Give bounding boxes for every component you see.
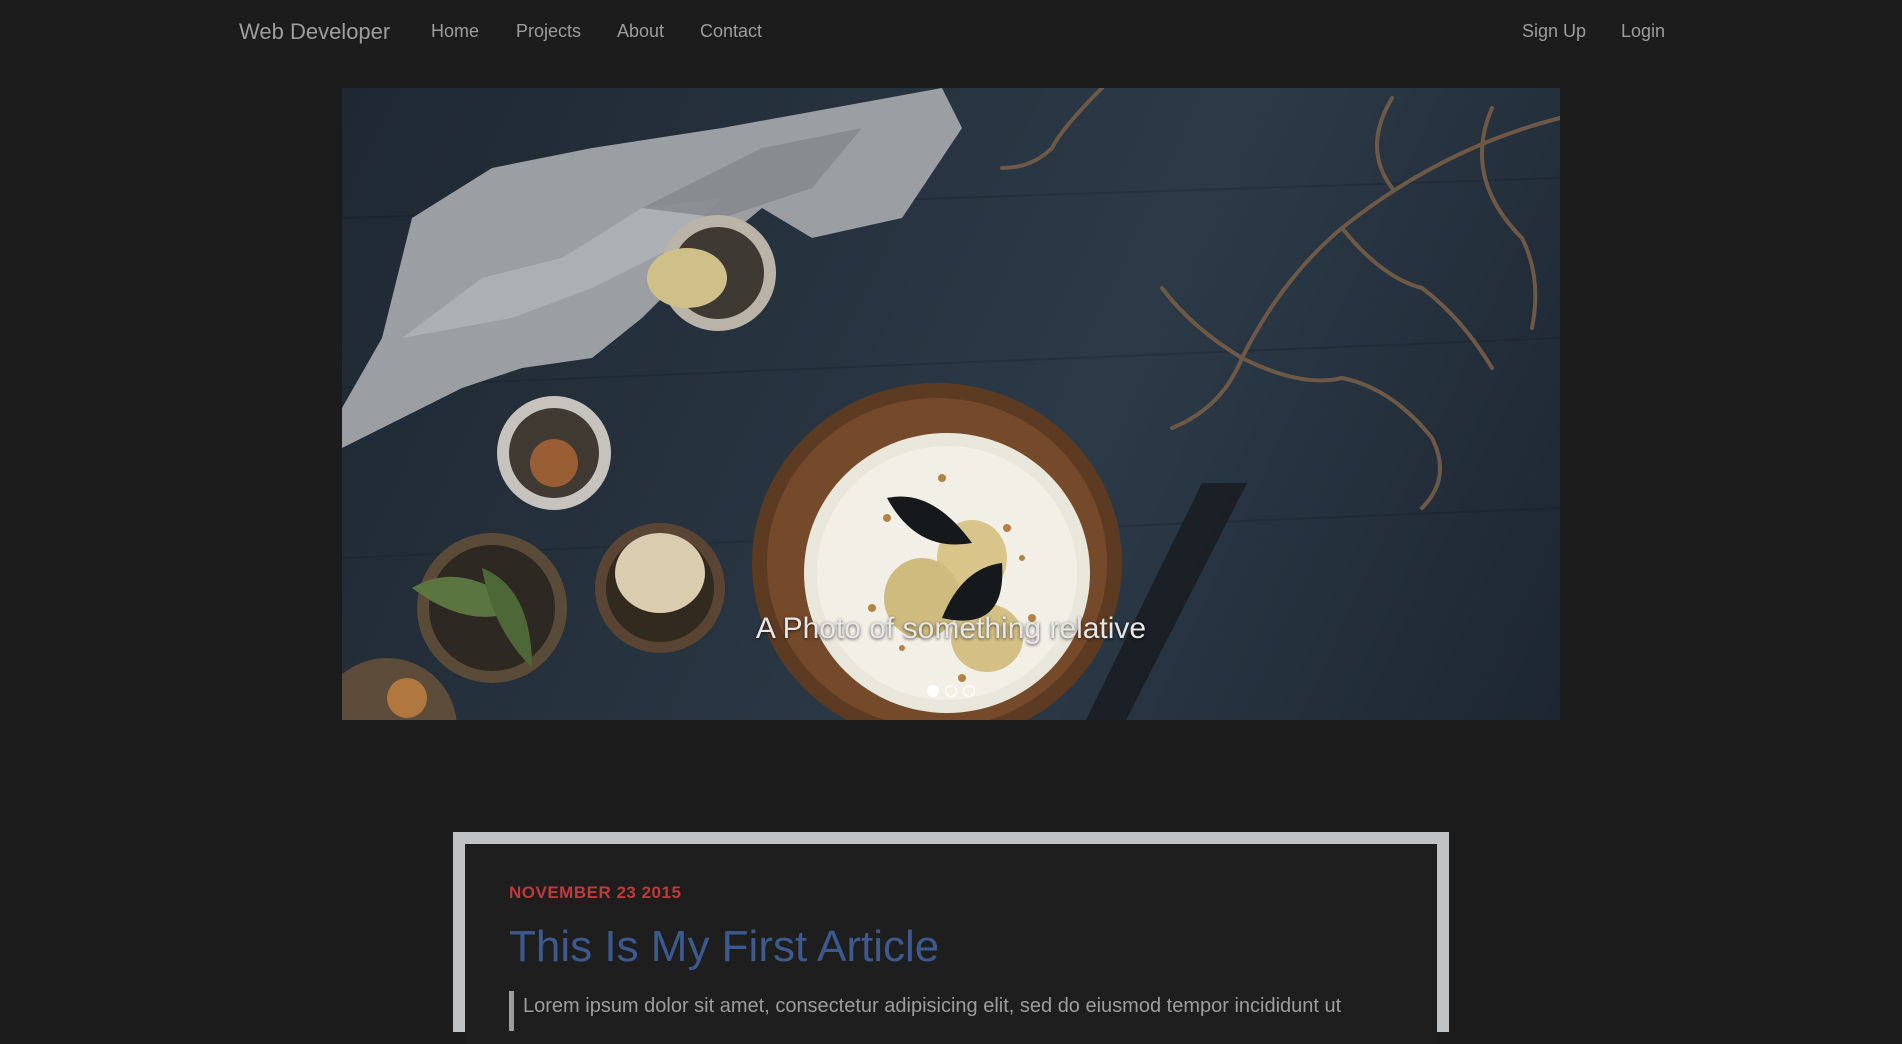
carousel-indicator-3[interactable] xyxy=(963,685,975,697)
article-excerpt: Lorem ipsum dolor sit amet, consectetur … xyxy=(509,991,1403,1031)
nav-projects-link[interactable]: Projects xyxy=(516,21,581,42)
nav-signup-link[interactable]: Sign Up xyxy=(1522,21,1586,42)
article-date: NOVEMBER 23 2015 xyxy=(509,883,682,902)
nav-login-link[interactable]: Login xyxy=(1621,21,1665,42)
carousel-indicators xyxy=(342,685,1560,697)
carousel-indicator-2[interactable] xyxy=(945,685,957,697)
article-card: NOVEMBER 23 2015 This Is My First Articl… xyxy=(453,832,1449,1044)
carousel-indicator-1[interactable] xyxy=(927,685,939,697)
article-body: NOVEMBER 23 2015 This Is My First Articl… xyxy=(465,844,1437,1044)
article-title[interactable]: This Is My First Article xyxy=(509,922,939,972)
nav-about-link[interactable]: About xyxy=(617,21,664,42)
image-carousel[interactable]: A Photo of something relative xyxy=(342,88,1560,720)
brand-link[interactable]: Web Developer xyxy=(239,19,390,45)
nav-home-link[interactable]: Home xyxy=(431,21,479,42)
nav-contact-link[interactable]: Contact xyxy=(700,21,762,42)
navbar: Web Developer Home Projects About Contac… xyxy=(0,0,1902,62)
carousel-caption: A Photo of something relative xyxy=(755,612,1147,645)
